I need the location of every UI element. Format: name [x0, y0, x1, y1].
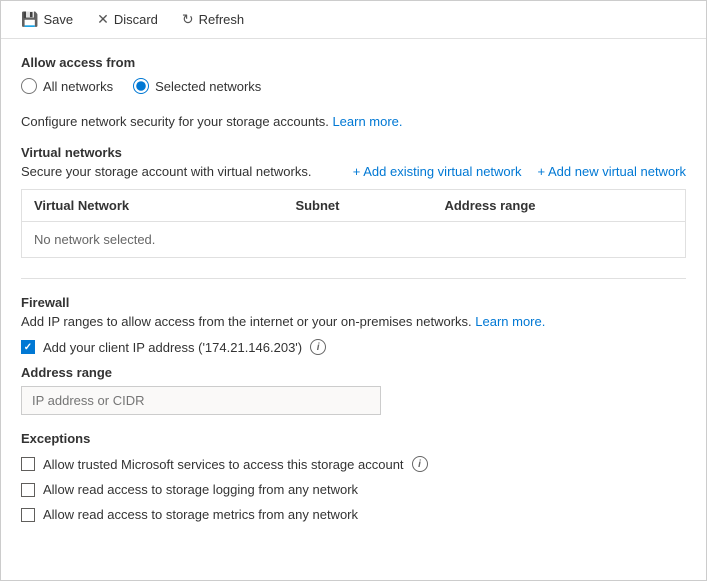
all-networks-option[interactable]: All networks: [21, 78, 113, 94]
virtual-networks-subtitle: Secure your storage account with virtual…: [21, 164, 311, 179]
col-virtual-network: Virtual Network: [22, 190, 284, 222]
exceptions-title: Exceptions: [21, 431, 686, 446]
exception-checkbox-1[interactable]: [21, 483, 35, 497]
save-label: Save: [43, 12, 73, 27]
toolbar: 💾 Save ✕ Discard ↻ Refresh: [1, 1, 706, 39]
exception-row-1: Allow read access to storage logging fro…: [21, 482, 686, 497]
address-range-input[interactable]: [21, 386, 381, 415]
exception-label-0: Allow trusted Microsoft services to acce…: [43, 457, 404, 472]
configure-text: Configure network security for your stor…: [21, 114, 329, 129]
address-range-label: Address range: [21, 365, 686, 380]
configure-description: Configure network security for your stor…: [21, 114, 686, 129]
exception-row-2: Allow read access to storage metrics fro…: [21, 507, 686, 522]
vnet-actions: + Add existing virtual network + Add new…: [353, 164, 686, 179]
exception-label-1: Allow read access to storage logging fro…: [43, 482, 358, 497]
refresh-button[interactable]: ↻ Refresh: [178, 9, 248, 30]
col-address-range: Address range: [432, 190, 685, 222]
access-radio-group: All networks Selected networks: [21, 78, 686, 94]
firewall-title: Firewall: [21, 295, 686, 310]
allow-access-section: Allow access from All networks Selected …: [21, 55, 686, 94]
refresh-label: Refresh: [199, 12, 245, 27]
table-header-row: Virtual Network Subnet Address range: [22, 190, 686, 222]
selected-networks-radio[interactable]: [133, 78, 149, 94]
main-content: Allow access from All networks Selected …: [1, 39, 706, 548]
section-divider: [21, 278, 686, 279]
add-new-vnet-link[interactable]: + Add new virtual network: [538, 164, 687, 179]
exception-row-0: Allow trusted Microsoft services to acce…: [21, 456, 686, 472]
save-icon: 💾: [21, 11, 38, 28]
exceptions-section: Exceptions Allow trusted Microsoft servi…: [21, 431, 686, 522]
firewall-description: Add IP ranges to allow access from the i…: [21, 314, 686, 329]
exception-label-2: Allow read access to storage metrics fro…: [43, 507, 358, 522]
selected-networks-label: Selected networks: [155, 79, 261, 94]
virtual-networks-title: Virtual networks: [21, 145, 686, 160]
refresh-icon: ↻: [182, 11, 194, 28]
all-networks-label: All networks: [43, 79, 113, 94]
col-subnet: Subnet: [283, 190, 432, 222]
discard-icon: ✕: [97, 11, 109, 28]
exception-checkbox-0[interactable]: [21, 457, 35, 471]
virtual-networks-section: Virtual networks Secure your storage acc…: [21, 145, 686, 258]
client-ip-label: Add your client IP address ('174.21.146.…: [43, 340, 302, 355]
table-empty-row: No network selected.: [22, 222, 686, 258]
firewall-learn-more-link[interactable]: Learn more.: [475, 314, 545, 329]
configure-learn-more-link[interactable]: Learn more.: [332, 114, 402, 129]
virtual-networks-table: Virtual Network Subnet Address range No …: [21, 189, 686, 258]
client-ip-info-icon: i: [310, 339, 326, 355]
exception-info-icon-0: i: [412, 456, 428, 472]
no-network-message: No network selected.: [22, 222, 686, 258]
discard-label: Discard: [114, 12, 158, 27]
client-ip-row: Add your client IP address ('174.21.146.…: [21, 339, 686, 355]
all-networks-radio[interactable]: [21, 78, 37, 94]
selected-networks-option[interactable]: Selected networks: [133, 78, 261, 94]
save-button[interactable]: 💾 Save: [17, 9, 77, 30]
firewall-desc-text: Add IP ranges to allow access from the i…: [21, 314, 472, 329]
allow-access-label: Allow access from: [21, 55, 686, 70]
discard-button[interactable]: ✕ Discard: [93, 9, 162, 30]
firewall-section: Firewall Add IP ranges to allow access f…: [21, 295, 686, 415]
exception-checkbox-2[interactable]: [21, 508, 35, 522]
virtual-networks-subtitle-row: Secure your storage account with virtual…: [21, 164, 686, 179]
add-existing-vnet-link[interactable]: + Add existing virtual network: [353, 164, 522, 179]
client-ip-checkbox[interactable]: [21, 340, 35, 354]
